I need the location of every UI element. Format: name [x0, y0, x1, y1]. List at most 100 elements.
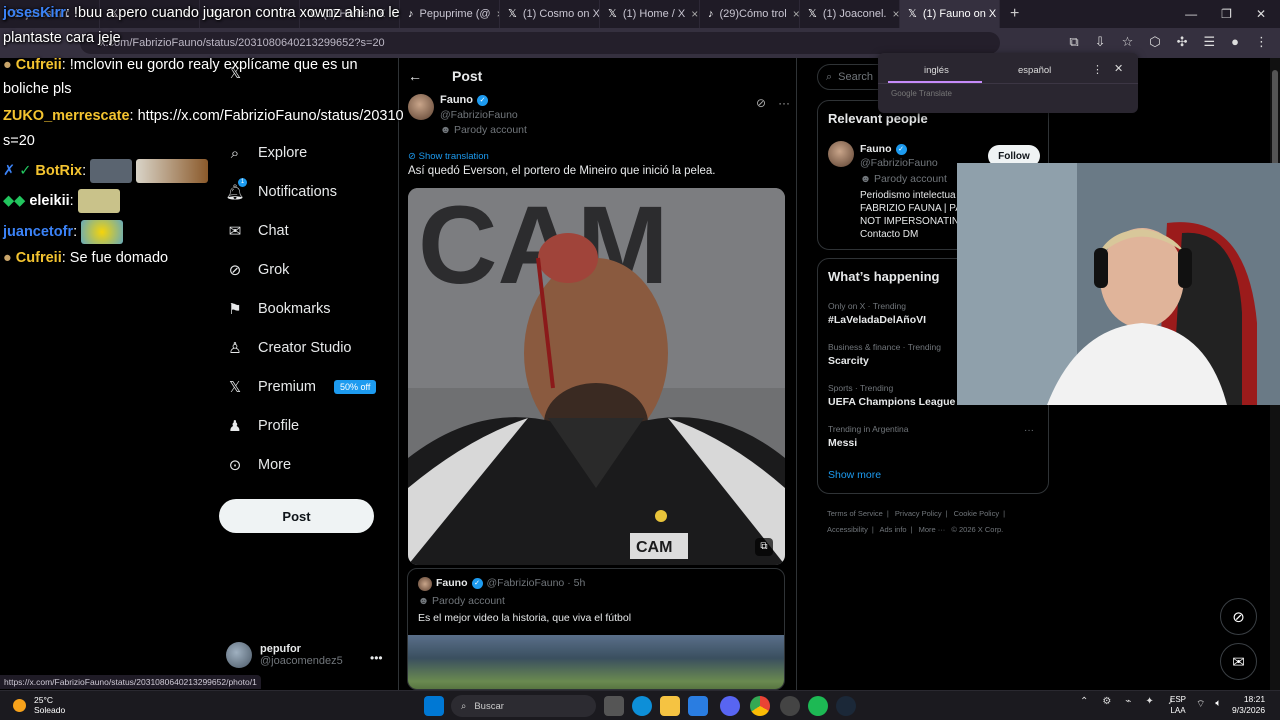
discord-icon[interactable] [720, 696, 740, 716]
footer-link[interactable]: Privacy Policy [895, 509, 942, 518]
taskbar-search[interactable]: ⌕ Buscar [451, 695, 596, 717]
sidebar-item-premium[interactable]: 𝕏 Premium 50% off [226, 378, 377, 396]
translate-icon[interactable]: ⧉ [1069, 34, 1078, 50]
reading-list-icon[interactable]: ☰ [1203, 34, 1215, 50]
browser-tab[interactable]: ♪Pepuprime (@× [400, 0, 500, 28]
app-icon[interactable] [780, 696, 800, 716]
account-handle: @joacomendez5 [260, 655, 343, 667]
sidebar-item-grok[interactable]: ⊘ Grok [226, 261, 290, 279]
browser-tab[interactable]: 𝕏 (1) Home / X × [600, 0, 700, 28]
post-button[interactable]: Post [219, 499, 374, 533]
bell-icon: 🔔︎ 1 [225, 178, 247, 201]
footer-link[interactable]: Terms of Service [827, 509, 883, 518]
grok-icon: ⊘ [228, 262, 242, 279]
extension-icon[interactable]: ⬡ [1149, 34, 1160, 50]
account-switcher[interactable]: pepufor @joacomendez5 [226, 642, 343, 668]
footer-link[interactable]: Ads info [879, 525, 906, 534]
star-icon[interactable]: ☆ [1122, 34, 1134, 50]
chevron-up-icon[interactable]: ⌃ [1080, 696, 1088, 707]
windows-start-icon[interactable] [424, 696, 444, 716]
mask-icon: ☻ [860, 173, 874, 185]
sidebar-item-profile[interactable]: ♟ Profile [226, 417, 299, 435]
file-explorer-icon[interactable] [660, 696, 680, 716]
post-author-name[interactable]: Fauno ✓ [440, 94, 488, 106]
show-more-link[interactable]: Show more [828, 469, 881, 481]
tray-app-icon[interactable]: ⌁ [1125, 696, 1131, 707]
trend-item[interactable]: Business & finance · Trending Scarcity [828, 342, 941, 367]
browser-tab[interactable]: 𝕏 (1) Joaconel. × [800, 0, 900, 28]
close-icon[interactable]: × [691, 7, 698, 21]
trend-item[interactable]: Trending in Argentina Messi [828, 424, 909, 449]
chrome-icon[interactable] [750, 696, 770, 716]
grok-fab[interactable]: ⊘ [1220, 598, 1257, 635]
quoted-post[interactable]: Fauno ✓ @FabrizioFauno · 5h ☻ Parody accou… [407, 568, 785, 690]
sidebar-item-notifications[interactable]: 🔔︎ 1 Notifications [225, 178, 337, 201]
chat-message: s=20 [3, 133, 35, 149]
webcam-feed [957, 163, 1280, 405]
browser-toolbar-icons: ⧉ ⇩ ☆ ⬡ ✣ ☰ ● ⋮ [1069, 34, 1268, 50]
more-icon[interactable]: ··· [1024, 425, 1034, 436]
post-image[interactable]: CAM CAM [408, 188, 785, 565]
quick-settings[interactable]: ⌔ 🔈︎ [1196, 698, 1221, 711]
messages-fab[interactable]: ✉ [1220, 643, 1257, 680]
x-logo-icon: 𝕏 [608, 8, 617, 20]
close-icon[interactable]: × [793, 7, 799, 21]
close-icon[interactable]: ✕ [1114, 62, 1123, 75]
translate-target-tab[interactable]: español [1018, 65, 1051, 76]
system-tray: ⌃ ⚙ ⌁ ✦ ♪ [1080, 696, 1173, 707]
trend-item[interactable]: Only on X · Trending #LaVeladaDelAñoVI [828, 301, 926, 326]
close-icon[interactable]: × [892, 7, 899, 21]
post-actions: ⊘ ··· [756, 96, 790, 110]
quote-media[interactable] [408, 635, 784, 689]
chat-message: boliche pls [3, 81, 72, 97]
footer-link[interactable]: Accessibility [827, 525, 868, 534]
search-icon: ⌕ [461, 700, 467, 712]
avatar[interactable] [408, 94, 434, 120]
sun-icon [13, 698, 26, 712]
extensions-puzzle-icon[interactable]: ✣ [1177, 34, 1188, 50]
footer-link[interactable]: Cookie Policy [954, 509, 999, 518]
edge-icon[interactable] [632, 696, 652, 716]
expand-image-icon[interactable]: ⧉ [755, 538, 773, 556]
spotify-icon[interactable] [808, 696, 828, 716]
minimize-icon[interactable]: — [1185, 7, 1197, 21]
language-indicator[interactable]: ESP LAA [1170, 694, 1186, 716]
relevant-name[interactable]: Fauno ✓ [860, 143, 907, 155]
sidebar-item-explore[interactable]: ⌕ Explore [226, 144, 307, 162]
more-icon[interactable]: ··· [778, 96, 790, 110]
footer-link[interactable]: More ··· [919, 525, 946, 534]
sidebar-item-more[interactable]: ⊙ More [226, 456, 291, 474]
avatar[interactable] [828, 141, 854, 167]
browser-tab-active[interactable]: 𝕏(1) Fauno on X× [900, 0, 1000, 28]
new-tab-button[interactable]: + [1000, 5, 1029, 23]
sidebar-item-chat[interactable]: ✉ Chat [226, 222, 289, 240]
tiktok-icon: ♪ [708, 8, 714, 20]
show-translation-link[interactable]: ⊘ Show translation [408, 151, 489, 162]
close-window-icon[interactable]: ✕ [1256, 7, 1266, 21]
trend-item[interactable]: Sports · Trending UEFA Champions League [828, 383, 955, 408]
sidebar-item-bookmarks[interactable]: ⚑ Bookmarks [226, 300, 330, 318]
tray-app-icon[interactable]: ✦ [1145, 696, 1153, 707]
card-title: What’s happening [828, 269, 940, 284]
browser-tab[interactable]: ♪ (29)Cómo trol × [700, 0, 800, 28]
translate-popup: inglés español Google Translate ⋮ ✕ [878, 53, 1138, 113]
address-bar[interactable]: x.com/FabrizioFauno/status/2031080640213… [80, 32, 1000, 54]
tray-app-icon[interactable]: ⚙ [1102, 696, 1111, 707]
grok-icon[interactable]: ⊘ [756, 96, 766, 110]
translate-source-tab[interactable]: inglés [924, 65, 949, 76]
post-author-handle[interactable]: @FabrizioFauno [440, 109, 518, 121]
sidebar-item-creator-studio[interactable]: ♙ Creator Studio [226, 339, 351, 357]
store-icon[interactable] [688, 696, 708, 716]
maximize-icon[interactable]: ❐ [1221, 7, 1232, 21]
more-icon[interactable]: ••• [370, 651, 383, 665]
task-view-icon[interactable] [604, 696, 624, 716]
back-arrow-icon[interactable]: ← [408, 68, 422, 84]
install-icon[interactable]: ⇩ [1095, 34, 1106, 50]
weather-widget[interactable]: 25°C Soleado [13, 695, 65, 715]
clock[interactable]: 18:21 9/3/2026 [1232, 694, 1265, 716]
profile-icon[interactable]: ● [1231, 34, 1239, 50]
browser-tab[interactable]: 𝕏(1) Cosmo on X× [500, 0, 600, 28]
menu-icon[interactable]: ⋮ [1255, 34, 1268, 50]
more-vert-icon[interactable]: ⋮ [1092, 63, 1103, 76]
steam-icon[interactable] [836, 696, 856, 716]
